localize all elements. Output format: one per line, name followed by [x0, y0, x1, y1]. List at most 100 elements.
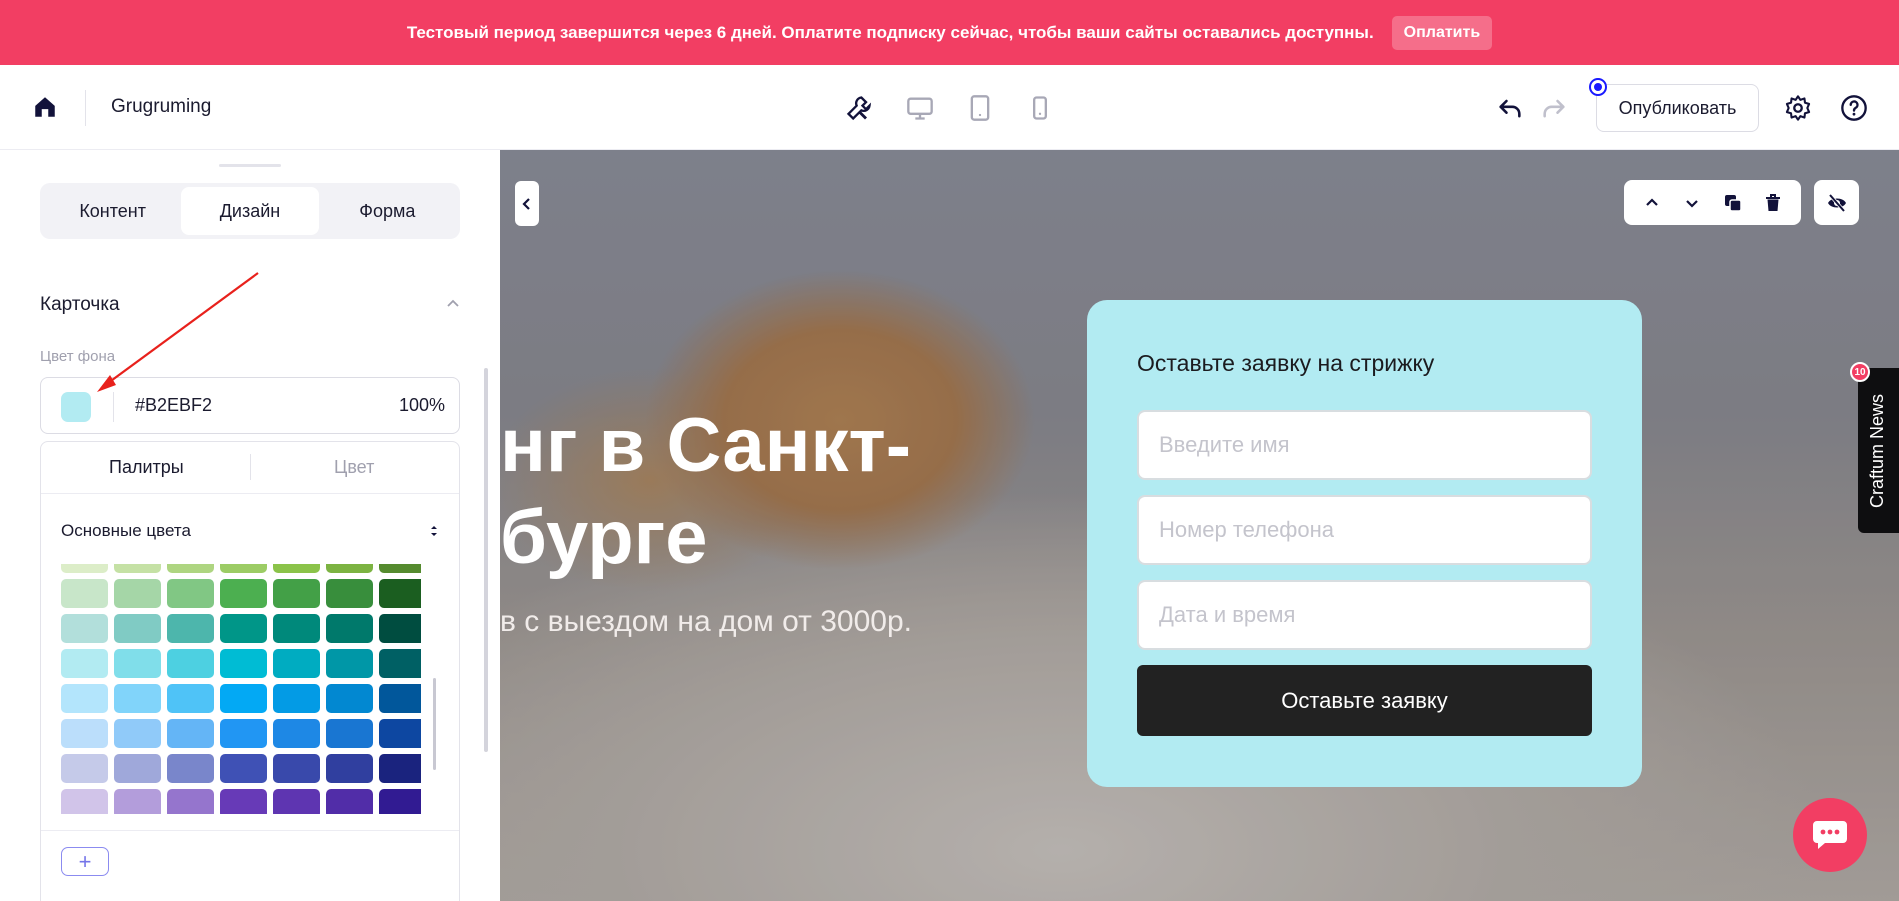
color-swatch[interactable]: [379, 684, 421, 713]
background-color-field[interactable]: #B2EBF2 100%: [40, 377, 460, 434]
panel-drag-handle[interactable]: [219, 164, 281, 167]
swatch-grid-scrollbar[interactable]: [433, 678, 436, 770]
color-swatch[interactable]: [220, 649, 267, 678]
collapse-panel-button[interactable]: [515, 181, 539, 226]
color-swatch[interactable]: [61, 754, 108, 783]
color-swatch[interactable]: [167, 684, 214, 713]
color-swatch[interactable]: [273, 789, 320, 814]
tablet-icon[interactable]: [966, 94, 994, 122]
color-swatch[interactable]: [379, 719, 421, 748]
color-swatch[interactable]: [61, 614, 108, 643]
select-arrows-icon[interactable]: [429, 524, 439, 538]
phone-input[interactable]: [1137, 495, 1592, 565]
palette-select[interactable]: Основные цвета: [61, 521, 191, 541]
tab-color[interactable]: Цвет: [334, 457, 374, 478]
hero-subtitle[interactable]: в с выездом на дом от 3000р.: [500, 605, 912, 639]
color-swatch[interactable]: [114, 684, 161, 713]
tab-content[interactable]: Контент: [44, 187, 181, 235]
color-swatch[interactable]: [220, 564, 267, 573]
publish-button[interactable]: Опубликовать: [1596, 84, 1759, 132]
color-swatch[interactable]: [167, 649, 214, 678]
submit-request-button[interactable]: Оставьте заявку: [1137, 665, 1592, 736]
request-form-card[interactable]: Оставьте заявку на стрижку Оставьте заяв…: [1087, 300, 1642, 787]
trash-icon[interactable]: [1762, 192, 1784, 214]
color-swatch[interactable]: [167, 564, 214, 573]
tools-icon[interactable]: [845, 94, 873, 122]
panel-scrollbar[interactable]: [484, 368, 488, 752]
color-swatch[interactable]: [61, 564, 108, 573]
pay-button[interactable]: Оплатить: [1391, 15, 1493, 50]
name-input[interactable]: [1137, 410, 1592, 480]
color-swatch[interactable]: [167, 579, 214, 608]
settings-icon[interactable]: [1784, 94, 1812, 122]
color-swatch[interactable]: [326, 789, 373, 814]
color-swatch[interactable]: [379, 754, 421, 783]
undo-icon[interactable]: [1496, 94, 1524, 122]
color-swatch[interactable]: [167, 789, 214, 814]
color-swatch[interactable]: [326, 579, 373, 608]
color-swatch[interactable]: [273, 649, 320, 678]
color-swatch[interactable]: [61, 649, 108, 678]
color-swatch[interactable]: [114, 579, 161, 608]
color-swatch[interactable]: [167, 719, 214, 748]
color-swatch[interactable]: [114, 789, 161, 814]
section-title-card[interactable]: Карточка: [40, 294, 120, 316]
color-swatch[interactable]: [273, 614, 320, 643]
current-color-swatch[interactable]: [61, 392, 91, 422]
color-swatch[interactable]: [220, 789, 267, 814]
color-swatch[interactable]: [167, 754, 214, 783]
color-swatch[interactable]: [326, 719, 373, 748]
site-name[interactable]: Grugruming: [111, 96, 211, 118]
color-swatch[interactable]: [220, 684, 267, 713]
color-swatch[interactable]: [220, 579, 267, 608]
color-swatch[interactable]: [379, 579, 421, 608]
color-swatch[interactable]: [61, 789, 108, 814]
mobile-icon[interactable]: [1026, 94, 1054, 122]
opacity-value[interactable]: 100%: [399, 395, 445, 416]
craftum-news-tab[interactable]: Craftum News: [1858, 368, 1899, 533]
color-swatch[interactable]: [326, 754, 373, 783]
color-swatch[interactable]: [326, 614, 373, 643]
desktop-icon[interactable]: [906, 94, 934, 122]
color-swatch[interactable]: [220, 614, 267, 643]
color-swatch[interactable]: [167, 614, 214, 643]
color-swatch[interactable]: [379, 789, 421, 814]
help-icon[interactable]: [1840, 94, 1868, 122]
chevron-up-icon[interactable]: [445, 296, 461, 312]
duplicate-icon[interactable]: [1722, 192, 1744, 214]
color-swatch[interactable]: [114, 614, 161, 643]
redo-icon[interactable]: [1540, 94, 1568, 122]
color-swatch[interactable]: [379, 614, 421, 643]
color-swatch[interactable]: [273, 564, 320, 573]
color-swatch[interactable]: [273, 579, 320, 608]
hex-value[interactable]: #B2EBF2: [135, 395, 212, 416]
color-swatch[interactable]: [326, 564, 373, 573]
chat-button[interactable]: [1793, 798, 1867, 872]
color-swatch[interactable]: [61, 719, 108, 748]
tab-palettes[interactable]: Палитры: [109, 457, 184, 478]
tab-form[interactable]: Форма: [319, 187, 456, 235]
color-swatch[interactable]: [61, 684, 108, 713]
color-swatch[interactable]: [114, 649, 161, 678]
hero-title[interactable]: нг в Санкт- бурге: [500, 400, 911, 584]
color-swatch[interactable]: [273, 719, 320, 748]
color-swatch[interactable]: [273, 754, 320, 783]
datetime-input[interactable]: [1137, 580, 1592, 650]
hide-block-button[interactable]: [1814, 180, 1859, 225]
color-swatch[interactable]: [326, 649, 373, 678]
tab-design[interactable]: Дизайн: [181, 187, 319, 235]
color-swatch[interactable]: [61, 579, 108, 608]
color-swatch[interactable]: [379, 564, 421, 573]
move-up-icon[interactable]: [1641, 192, 1663, 214]
color-swatch[interactable]: [114, 719, 161, 748]
color-swatch[interactable]: [220, 754, 267, 783]
color-swatch[interactable]: [273, 684, 320, 713]
home-icon[interactable]: [32, 94, 58, 120]
color-swatch[interactable]: [114, 754, 161, 783]
color-swatch[interactable]: [326, 684, 373, 713]
move-down-icon[interactable]: [1681, 192, 1703, 214]
color-swatch[interactable]: [379, 649, 421, 678]
color-swatch[interactable]: [114, 564, 161, 573]
color-swatch[interactable]: [220, 719, 267, 748]
add-color-button[interactable]: +: [61, 847, 109, 876]
